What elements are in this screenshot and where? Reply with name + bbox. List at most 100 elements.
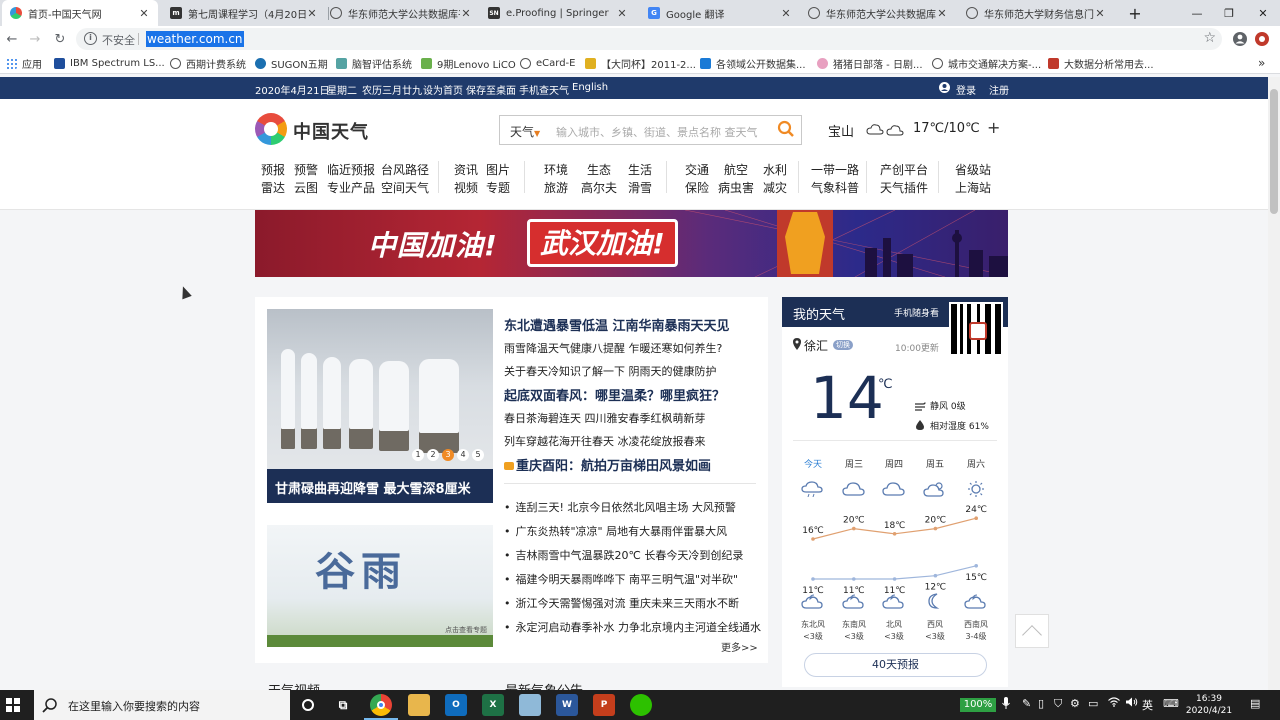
outlook-icon[interactable]: O	[445, 694, 467, 716]
qr-code-icon[interactable]	[949, 302, 1003, 356]
nav-link[interactable]: 空间天气	[381, 179, 429, 196]
news-link[interactable]: 春日茶海碧连天 四川雅安春季红枫萌新芽	[504, 410, 706, 426]
file-explorer-icon[interactable]	[408, 694, 430, 716]
windows-start-icon[interactable]	[6, 698, 20, 712]
input-method-indicator[interactable]: 英	[1142, 697, 1153, 713]
info-icon[interactable]: i	[84, 32, 97, 45]
nav-link[interactable]: 天气插件	[880, 179, 928, 196]
forecast-day[interactable]: 周五	[915, 457, 955, 470]
new-tab-button[interactable]: +	[1118, 0, 1152, 26]
nav-link[interactable]: 预警	[294, 161, 318, 178]
forecast-day[interactable]: 周四	[874, 457, 914, 470]
close-tab-icon[interactable]: ✕	[780, 7, 792, 20]
nav-link[interactable]: 高尔夫	[581, 179, 617, 196]
cortana-icon[interactable]	[297, 694, 319, 716]
news-link[interactable]: 列车穿越花海开往春天 冰凌花绽放报春来	[504, 433, 706, 449]
close-tab-icon[interactable]: ✕	[1094, 7, 1106, 20]
url-text[interactable]: weather.com.cn	[146, 31, 244, 47]
forecast-day[interactable]: 周三	[834, 457, 874, 470]
nav-link[interactable]: 生活	[628, 161, 652, 178]
guyu-topic-image[interactable]: 谷雨 点击查看专题	[267, 525, 493, 647]
nav-link[interactable]: 专题	[486, 179, 510, 196]
wifi-icon[interactable]	[1108, 697, 1120, 710]
nav-link[interactable]: 云图	[294, 179, 318, 196]
nav-link[interactable]: 水利	[763, 161, 787, 178]
more-bookmarks-icon[interactable]: »	[1258, 56, 1265, 70]
slide-dot[interactable]: 4	[457, 449, 469, 461]
news-link[interactable]: 关于春天冷知识了解一下 阴雨天的健康防护	[504, 363, 717, 379]
nav-link[interactable]: 环境	[544, 161, 568, 178]
nav-link[interactable]: 病虫害	[718, 179, 754, 196]
forward-button[interactable]: →	[25, 29, 45, 49]
bookmark-item[interactable]: 大数据分析常用去...	[1048, 56, 1154, 71]
back-button[interactable]: ←	[2, 29, 22, 49]
campaign-banner[interactable]: 中国加油! 武汉加油!	[255, 210, 1008, 277]
featured-caption[interactable]: 甘肃碌曲再迎降雪 最大雪深8厘米	[267, 469, 493, 503]
forecast-day[interactable]: 周六	[956, 457, 996, 470]
list-item[interactable]: 永定河启动春季补水 力争北京境内主河道全线通水	[504, 619, 762, 635]
site-logo-text[interactable]: 中国天气	[293, 118, 369, 144]
bookmark-item[interactable]: 【大同杯】2011-2...	[585, 56, 696, 71]
close-tab-icon[interactable]: ✕	[306, 7, 318, 20]
battery-indicator[interactable]: 100%	[960, 698, 996, 712]
tab-weather[interactable]: 首页-中国天气网 ✕	[2, 0, 158, 26]
save-to-desktop-link[interactable]: 保存至桌面	[466, 82, 516, 97]
close-window-button[interactable]: ✕	[1246, 0, 1280, 26]
headline[interactable]: 起底双面春风：哪里温柔？哪里疯狂？	[504, 385, 725, 404]
bookmark-item[interactable]: IBM Spectrum LS...	[54, 56, 165, 70]
list-item[interactable]: 浙江今天需警惕强对流 重庆未来三天雨水不断	[504, 595, 740, 611]
tab-ecnu-db[interactable]: 华东师范大学公共数据库平 ✕	[322, 0, 480, 26]
headline[interactable]: 东北遭遇暴雪低温 江南华南暴雨天天见	[504, 315, 730, 334]
scrollbar-thumb[interactable]	[1270, 89, 1278, 214]
weather-logo-icon[interactable]	[255, 113, 287, 145]
volume-icon[interactable]	[1126, 697, 1138, 710]
mic-icon[interactable]	[1002, 697, 1010, 712]
news-link[interactable]: 雨雪降温天气健康八提醒 乍暖还寒如何养生?	[504, 340, 722, 356]
close-tab-icon[interactable]: ✕	[616, 7, 628, 20]
search-input[interactable]: 输入城市、乡镇、街道、景点名称 查天气	[556, 124, 758, 140]
nav-link[interactable]: 资讯	[454, 161, 478, 178]
minimize-button[interactable]: —	[1180, 0, 1214, 26]
page-scrollbar[interactable]	[1268, 77, 1280, 690]
back-to-top-button[interactable]	[1015, 614, 1049, 648]
nav-link[interactable]: 台风路径	[381, 161, 429, 178]
task-view-icon[interactable]: ⧉	[332, 694, 354, 716]
wechat-icon[interactable]	[630, 694, 652, 716]
register-link[interactable]: 注册	[989, 82, 1009, 97]
nav-link[interactable]: 视频	[454, 179, 478, 196]
bookmark-item[interactable]: eCard-E	[520, 56, 575, 70]
header-city[interactable]: 宝山	[828, 121, 854, 140]
list-item[interactable]: 吉林雨雪中气温暴跌20℃ 长春今天冷到创纪录	[504, 547, 744, 563]
taskbar-search-input[interactable]: 在这里输入你要搜索的内容	[68, 698, 200, 714]
notification-icon[interactable]: ▤	[1250, 697, 1260, 710]
list-item[interactable]: 福建今明天暴雨哗哗下 南平三明气温"对半砍"	[504, 571, 739, 587]
nav-link[interactable]: 产创平台	[880, 161, 928, 178]
bookmark-star-icon[interactable]: ☆	[1203, 30, 1216, 46]
word-icon[interactable]: W	[556, 694, 578, 716]
close-tab-icon[interactable]: ✕	[936, 7, 948, 20]
battery-icon[interactable]: ▭	[1088, 697, 1098, 710]
nav-link[interactable]: 旅游	[544, 179, 568, 196]
address-bar[interactable]: i 不安全 weather.com.cn ☆	[76, 28, 1222, 50]
english-link[interactable]: English	[572, 82, 608, 93]
security-shield-icon[interactable]: ⛉	[1054, 697, 1062, 711]
search-type-select[interactable]: 天气▼	[510, 123, 540, 140]
nav-link[interactable]: 临近预报	[327, 161, 375, 178]
nav-link[interactable]: 气象科普	[811, 179, 859, 196]
featured-photo[interactable]: 1 2 3 4 5 甘肃碌曲再迎降雪 最大雪深8厘米	[267, 309, 493, 503]
nav-link[interactable]: 预报	[261, 161, 285, 178]
keyboard-icon[interactable]: ⌨	[1163, 697, 1179, 710]
pen-icon[interactable]: ✎	[1022, 697, 1031, 710]
nav-link[interactable]: 上海站	[955, 179, 991, 196]
nav-link[interactable]: 雷达	[261, 179, 285, 196]
nav-link[interactable]: 保险	[685, 179, 709, 196]
nav-link[interactable]: 专业产品	[327, 179, 375, 196]
mobile-weather-link[interactable]: 手机查天气	[519, 82, 569, 97]
bookmark-item[interactable]: 脑智评估系统	[336, 56, 412, 71]
slide-dot[interactable]: 2	[427, 449, 439, 461]
system-clock[interactable]: 16:39 2020/4/21	[1185, 693, 1233, 717]
nav-link[interactable]: 生态	[587, 161, 611, 178]
device-icon[interactable]: ▯	[1038, 697, 1044, 710]
topic-link[interactable]: 点击查看专题	[445, 625, 487, 635]
notepad-icon[interactable]	[519, 694, 541, 716]
